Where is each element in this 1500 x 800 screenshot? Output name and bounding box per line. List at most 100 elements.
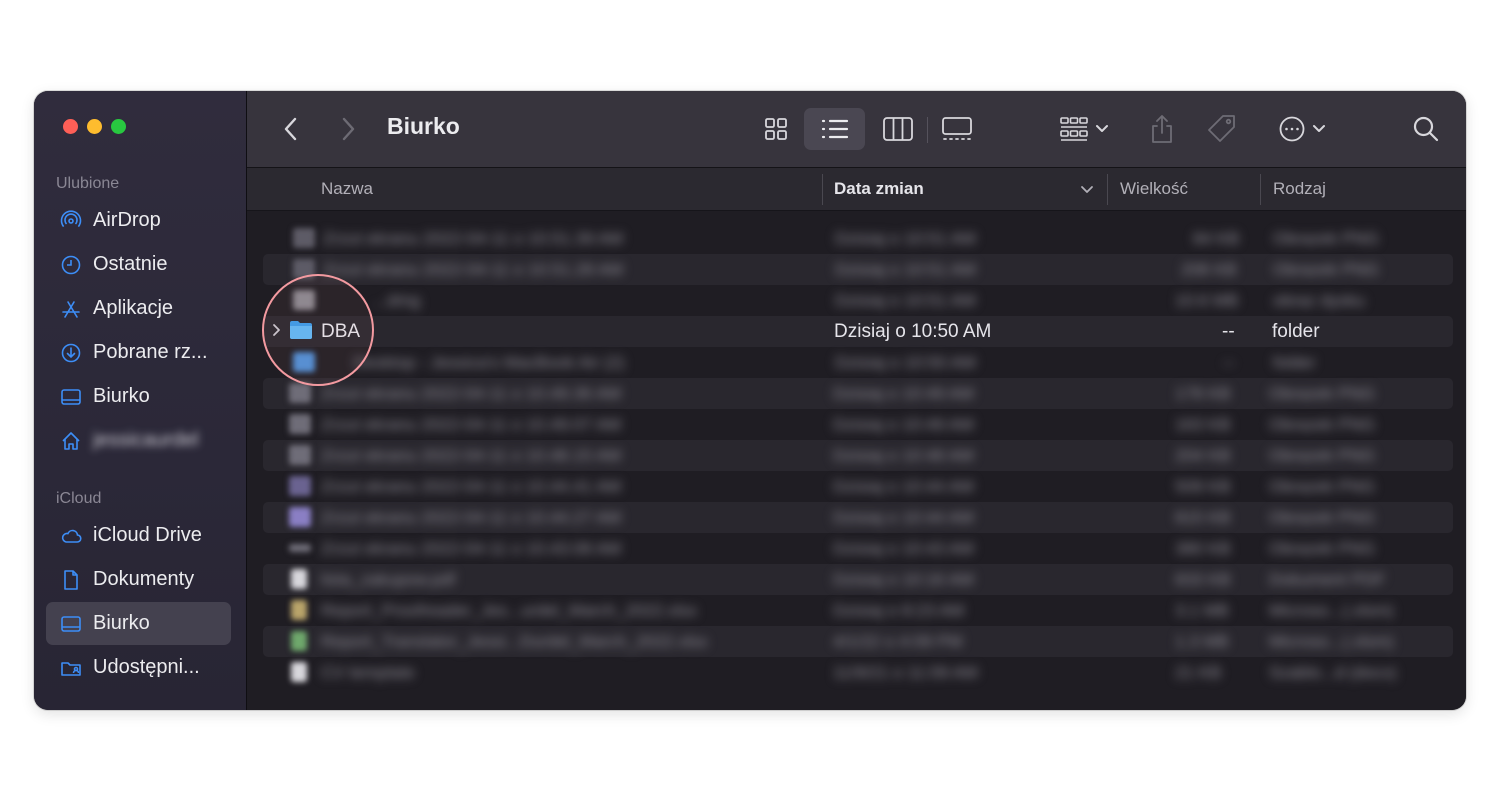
forward-button[interactable]	[333, 113, 363, 145]
disclosure-triangle-icon[interactable]	[272, 323, 282, 337]
sidebar-item-icloud-drive[interactable]: iCloud Drive	[46, 514, 231, 557]
sidebar-item-shared[interactable]: Udostępni...	[46, 646, 231, 689]
home-icon	[60, 430, 82, 452]
chevron-left-icon	[284, 117, 297, 141]
column-header-bar: Nazwa Data zmian Wielkość Rodzaj	[247, 168, 1466, 211]
file-kind: Obrazek PNG	[1269, 508, 1375, 527]
column-view-button[interactable]	[878, 108, 918, 150]
file-icon	[293, 290, 315, 310]
file-row-dba[interactable]: DBA Dzisiaj o 10:50 AM -- folder	[263, 316, 1453, 347]
ellipsis-circle-icon	[1279, 116, 1305, 142]
file-kind: Obrazek PNG	[1269, 446, 1375, 465]
file-row[interactable]: Zrzut ekranu 2022-04-11 o 10.44.27 AM Dz…	[263, 502, 1453, 533]
file-row[interactable]: CV template 11/9/21 o 11:09 AM 21 KB Sza…	[263, 657, 1453, 688]
file-name: Zrzut ekranu 2022-04-11 o 10.43.08 AM	[321, 539, 622, 558]
sidebar-item-label: Udostępni...	[93, 656, 200, 678]
minimize-window-button[interactable]	[87, 119, 102, 134]
sidebar-section-icloud: iCloud	[56, 490, 102, 507]
column-divider[interactable]	[1107, 174, 1108, 205]
file-name: Zrzut ekranu 2022-04-11 o 10.44.41 AM	[321, 477, 622, 496]
file-row[interactable]: ...dmg Dzisiaj o 10:51 AM 10.6 MB obraz …	[263, 285, 1453, 316]
file-row[interactable]: Desktop - Jessica's MacBook Air (2) Dzis…	[263, 347, 1453, 378]
toolbar: Biurko	[247, 91, 1466, 168]
file-row[interactable]: Zrzut ekranu 2022-04-11 o 10.48.15 AM Dz…	[263, 440, 1453, 471]
shared-folder-icon	[60, 657, 82, 679]
file-row[interactable]: Report_Proofreader_Jes...urdel_March_202…	[263, 595, 1453, 626]
column-header-size[interactable]: Wielkość	[1120, 179, 1188, 199]
tag-icon	[1208, 115, 1235, 142]
sidebar-item-applications[interactable]: Aplikacje	[46, 287, 231, 330]
sidebar-item-home[interactable]: jessicaurdel	[46, 419, 231, 462]
column-divider[interactable]	[822, 174, 823, 205]
group-by-button[interactable]	[1053, 108, 1115, 150]
tag-button[interactable]	[1205, 108, 1239, 150]
file-size: 10.6 MB	[1175, 291, 1239, 310]
file-date: Dzisiaj o 8:23 AM	[833, 601, 965, 620]
file-list: Zrzut ekranu 2022-04-11 o 10.51.39 AM Dz…	[247, 212, 1466, 710]
desktop-icon	[60, 613, 82, 635]
sidebar: Ulubione AirDrop Ostatnie Aplikacje Pobr…	[34, 91, 247, 710]
back-button[interactable]	[276, 113, 306, 145]
search-button[interactable]	[1409, 108, 1443, 150]
column-divider[interactable]	[1260, 174, 1261, 205]
spreadsheet-file-icon	[291, 631, 307, 651]
file-kind: Obrazek PNG	[1269, 477, 1375, 496]
gallery-view-button[interactable]	[937, 108, 977, 150]
applications-icon	[60, 298, 82, 320]
toolbar-divider	[927, 117, 928, 143]
file-kind: Obrazek PNG	[1269, 539, 1375, 558]
column-header-date[interactable]: Data zmian	[834, 179, 924, 199]
sidebar-item-documents[interactable]: Dokumenty	[46, 558, 231, 601]
group-icon	[1060, 117, 1088, 141]
search-icon	[1413, 116, 1439, 142]
file-size: 163 KB	[1175, 415, 1231, 434]
chevron-down-icon	[1313, 125, 1325, 132]
file-row[interactable]: Report_Translator_Jessi...Durdel_March_2…	[263, 626, 1453, 657]
file-size: 833 KB	[1175, 570, 1231, 589]
sidebar-item-downloads[interactable]: Pobrane rz...	[46, 331, 231, 374]
file-row[interactable]: Zrzut ekranu 2022-04-11 o 10.49.36 AM Dz…	[263, 378, 1453, 409]
file-kind: obraz dysku	[1273, 291, 1365, 310]
sidebar-item-label: iCloud Drive	[93, 524, 202, 546]
share-button[interactable]	[1147, 108, 1177, 150]
maximize-window-button[interactable]	[111, 119, 126, 134]
desktop-icon	[60, 386, 82, 408]
file-icon	[289, 383, 311, 403]
sidebar-item-desktop[interactable]: Biurko	[46, 375, 231, 418]
file-row[interactable]: Zrzut ekranu 2022-04-11 o 10.44.41 AM Dz…	[263, 471, 1453, 502]
list-view-icon	[821, 119, 848, 139]
file-kind: Obrazek PNG	[1269, 384, 1375, 403]
more-actions-button[interactable]	[1271, 108, 1333, 150]
file-size: --	[1223, 353, 1235, 372]
file-name: ...dmg	[373, 291, 421, 310]
file-date: Dzisiaj o 10:51 AM	[835, 229, 976, 248]
file-row[interactable]: Zrzut ekranu 2022-04-11 o 10.51.39 AM Dz…	[263, 223, 1453, 254]
file-name: Zrzut ekranu 2022-04-11 o 10.48.15 AM	[321, 446, 622, 465]
file-name: Report_Proofreader_Jes...urdel_March_202…	[321, 601, 698, 620]
file-row[interactable]: Zrzut ekranu 2022-04-11 o 10.51.28 AM Dz…	[263, 254, 1453, 285]
file-row[interactable]: Zrzut ekranu 2022-04-11 o 10.43.08 AM Dz…	[263, 533, 1453, 564]
column-header-name[interactable]: Nazwa	[321, 179, 373, 199]
file-icon	[289, 445, 311, 465]
file-date: Dzisiaj o 10:50 AM	[834, 321, 992, 342]
file-icon	[293, 259, 315, 279]
sidebar-item-recents[interactable]: Ostatnie	[46, 243, 231, 286]
file-date: Dzisiaj o 10:51 AM	[835, 260, 976, 279]
sidebar-item-airdrop[interactable]: AirDrop	[46, 199, 231, 242]
column-view-icon	[883, 117, 913, 141]
file-date: Dzisiaj o 10:48 AM	[833, 446, 974, 465]
file-date: Dzisiaj o 10:50 AM	[835, 353, 976, 372]
file-size: 204 KB	[1175, 446, 1231, 465]
icon-view-button[interactable]	[757, 108, 795, 150]
file-row[interactable]: Zrzut ekranu 2022-04-11 o 10.49.07 AM Dz…	[263, 409, 1453, 440]
file-date: Dzisiaj o 10:44 AM	[833, 508, 974, 527]
column-header-kind[interactable]: Rodzaj	[1273, 179, 1326, 199]
main-pane: Biurko Nazwa Data zmian Wielkość Rodzaj …	[247, 91, 1466, 710]
file-row[interactable]: lista_zakupow.pdf Dzisiaj o 10:16 AM 833…	[263, 564, 1453, 595]
file-size: 3.1 MB	[1175, 601, 1229, 620]
file-icon	[289, 476, 311, 496]
close-window-button[interactable]	[63, 119, 78, 134]
list-view-button[interactable]	[804, 108, 865, 150]
file-date: Dzisiaj o 10:44 AM	[833, 477, 974, 496]
sidebar-item-desktop-icloud[interactable]: Biurko	[46, 602, 231, 645]
